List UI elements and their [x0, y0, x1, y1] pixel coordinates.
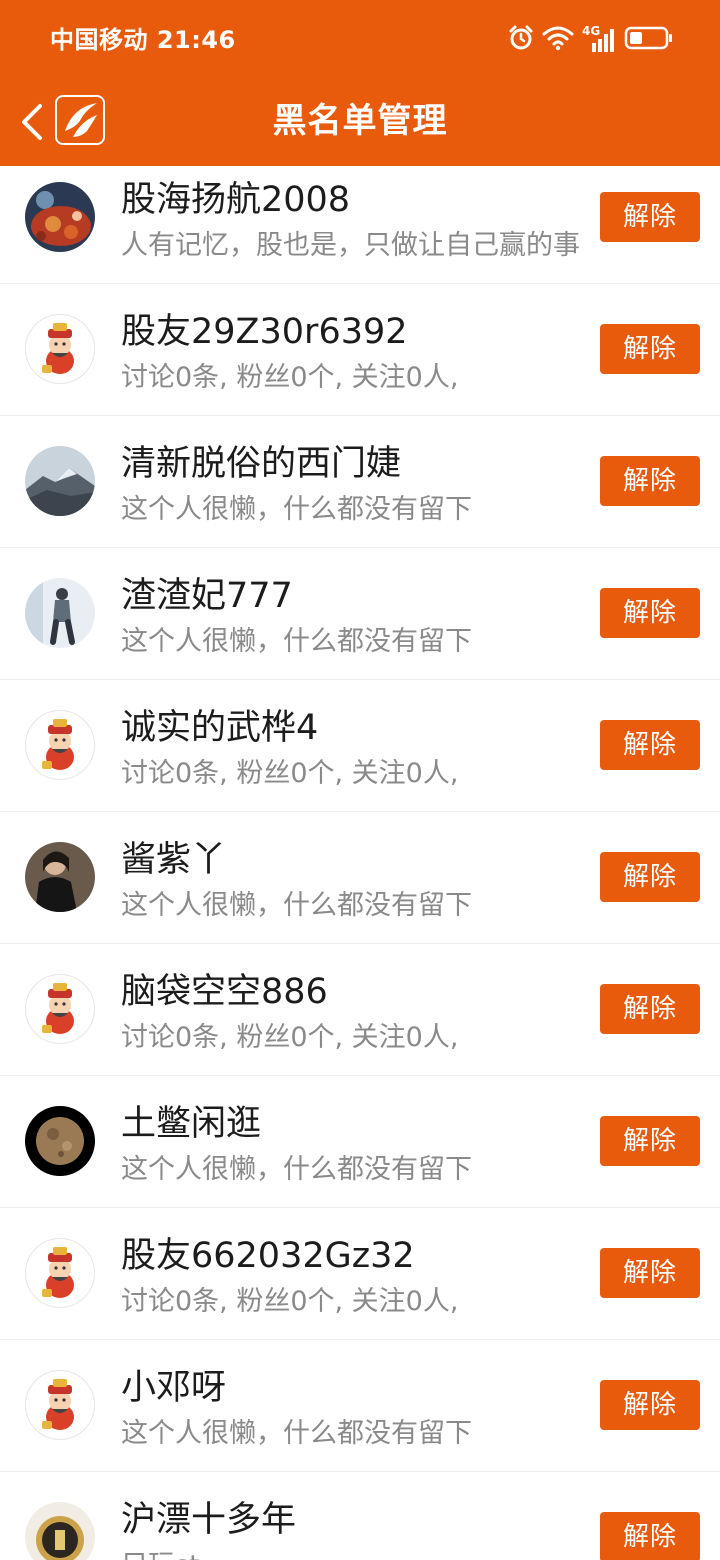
list-item: 小邓呀 这个人很懒，什么都没有留下 解除 — [0, 1340, 720, 1472]
user-desc: 人有记忆，股也是，只做让自己赢的事 — [121, 230, 580, 261]
user-desc: 只玩st — [121, 1548, 601, 1560]
unblock-button[interactable]: 解除 — [600, 852, 700, 902]
avatar[interactable] — [25, 1502, 95, 1560]
user-name: 股友662032Gz32 — [121, 1236, 415, 1276]
blacklist: 股海扬航2008 人有记忆，股也是，只做让自己赢的事 解除 股友29Z30r63… — [0, 166, 720, 1560]
user-desc: 这个人很懒，什么都没有留下 — [121, 890, 472, 921]
avatar[interactable] — [25, 1238, 95, 1308]
list-item: 脑袋空空886 讨论0条, 粉丝0个, 关注0人, 解除 — [0, 944, 720, 1076]
user-name: 土鳖闲逛 — [121, 1104, 262, 1144]
list-item: 股海扬航2008 人有记忆，股也是，只做让自己赢的事 解除 — [0, 166, 720, 284]
status-icons: 4G — [508, 24, 674, 56]
list-item: 酱紫丫 这个人很懒，什么都没有留下 解除 — [0, 812, 720, 944]
unblock-button[interactable]: 解除 — [600, 1116, 700, 1166]
unblock-button[interactable]: 解除 — [600, 720, 700, 770]
list-item: 股友662032Gz32 讨论0条, 粉丝0个, 关注0人, 解除 — [0, 1208, 720, 1340]
avatar[interactable] — [25, 314, 95, 384]
avatar[interactable] — [25, 842, 95, 912]
page-title: 黑名单管理 — [272, 101, 448, 141]
unblock-button[interactable]: 解除 — [600, 1380, 700, 1430]
user-desc: 这个人很懒，什么都没有留下 — [121, 1418, 472, 1449]
user-name: 诚实的武桦4 — [121, 708, 319, 748]
unblock-button[interactable]: 解除 — [600, 1248, 700, 1298]
user-desc: 这个人很懒，什么都没有留下 — [121, 1154, 472, 1185]
user-desc: 这个人很懒，什么都没有留下 — [121, 494, 472, 525]
user-name: 清新脱俗的西门婕 — [121, 444, 402, 484]
avatar[interactable] — [25, 578, 95, 648]
user-desc: 讨论0条, 粉丝0个, 关注0人, — [121, 362, 459, 393]
battery-icon — [624, 25, 674, 55]
app-header: 中国移动 21:46 4G 黑名单管理 — [0, 0, 720, 166]
list-item: 清新脱俗的西门婕 这个人很懒，什么都没有留下 解除 — [0, 416, 720, 548]
unblock-button[interactable]: 解除 — [600, 588, 700, 638]
unblock-button[interactable]: 解除 — [600, 1512, 700, 1560]
user-name: 股友29Z30r6392 — [121, 312, 408, 352]
user-desc: 这个人很懒，什么都没有留下 — [121, 626, 472, 657]
avatar[interactable] — [25, 1370, 95, 1440]
list-item: 沪漂十多年 只玩st 解除 — [0, 1472, 720, 1560]
avatar[interactable] — [25, 974, 95, 1044]
user-name: 股海扬航2008 — [121, 180, 351, 220]
avatar[interactable] — [25, 710, 95, 780]
user-name: 脑袋空空886 — [121, 972, 328, 1012]
status-bar: 中国移动 21:46 4G — [0, 0, 720, 80]
signal-icon: 4G — [582, 24, 616, 54]
unblock-button[interactable]: 解除 — [600, 192, 700, 242]
user-desc: 讨论0条, 粉丝0个, 关注0人, — [121, 758, 459, 789]
avatar[interactable] — [25, 1106, 95, 1176]
avatar[interactable] — [25, 446, 95, 516]
alarm-icon — [508, 25, 534, 55]
unblock-button[interactable]: 解除 — [600, 984, 700, 1034]
user-name: 小邓呀 — [121, 1368, 227, 1408]
list-item: 渣渣妃777 这个人很懒，什么都没有留下 解除 — [0, 548, 720, 680]
wifi-icon — [542, 25, 574, 55]
avatar[interactable] — [25, 182, 95, 252]
unblock-button[interactable]: 解除 — [600, 324, 700, 374]
list-item: 土鳖闲逛 这个人很懒，什么都没有留下 解除 — [0, 1076, 720, 1208]
list-item: 股友29Z30r6392 讨论0条, 粉丝0个, 关注0人, 解除 — [0, 284, 720, 416]
user-name: 酱紫丫 — [121, 840, 227, 880]
user-name: 沪漂十多年 — [121, 1500, 297, 1540]
user-desc: 讨论0条, 粉丝0个, 关注0人, — [121, 1286, 459, 1317]
nav-bar: 黑名单管理 — [0, 80, 720, 166]
user-desc: 讨论0条, 粉丝0个, 关注0人, — [121, 1022, 459, 1053]
list-item: 诚实的武桦4 讨论0条, 粉丝0个, 关注0人, 解除 — [0, 680, 720, 812]
carrier-time: 中国移动 21:46 — [50, 26, 236, 54]
unblock-button[interactable]: 解除 — [600, 456, 700, 506]
user-name: 渣渣妃777 — [121, 576, 293, 616]
